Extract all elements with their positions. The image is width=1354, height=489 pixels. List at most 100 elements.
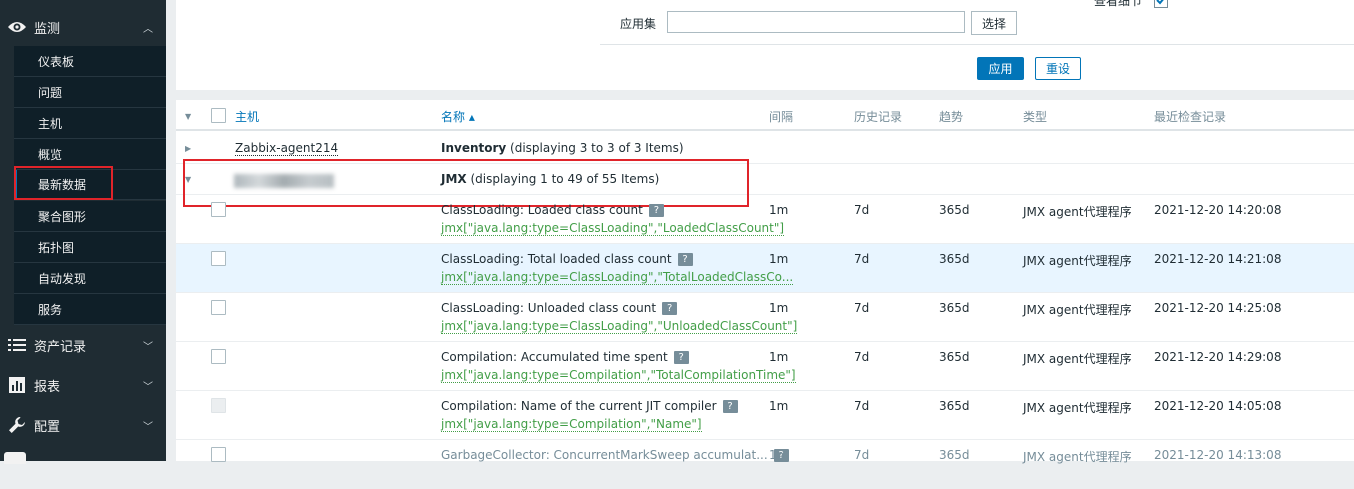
item-trend: 365d (939, 252, 970, 266)
item-history: 7d (854, 301, 870, 315)
item-trend: 365d (939, 350, 970, 364)
row-checkbox[interactable] (211, 349, 226, 364)
item-type: JMX agent代理程序 (1023, 254, 1132, 268)
row-checkbox[interactable] (211, 251, 226, 266)
table-header: ▼ 主机 名称 ▴ 间隔 历史记录 趋势 类型 最近检查记录 (176, 100, 1354, 131)
table-row: ClassLoading: Loaded class count? jmx["j… (176, 195, 1354, 244)
column-type: 类型 (1023, 110, 1048, 124)
item-key[interactable]: jmx["java.lang:type=ClassLoading","Unloa… (441, 319, 798, 334)
highlight-box-latest-data (14, 166, 113, 200)
item-name: GarbageCollector: ConcurrentMarkSweep ac… (441, 448, 789, 462)
menu-monitoring-label: 监测 (34, 21, 61, 37)
main-content: 查看细节 应用集 选择 应用 重设 ▼ 主机 名称 ▴ 间隔 历史记录 趋势 类… (176, 0, 1354, 489)
filter-divider (600, 44, 1354, 45)
menu-reports[interactable]: 报表 ﹀ (0, 365, 166, 405)
item-interval: 1m (769, 301, 789, 315)
item-name: ClassLoading: Loaded class count? (441, 203, 664, 217)
column-trend: 趋势 (939, 110, 964, 124)
chevron-down-icon: ﹀ (143, 381, 153, 393)
item-trend: 365d (939, 448, 970, 462)
row-checkbox[interactable] (211, 398, 226, 413)
item-trend: 365d (939, 399, 970, 413)
item-lastcheck: 2021-12-20 14:25:08 (1154, 301, 1282, 315)
chevron-up-icon: ︿ (143, 23, 153, 35)
help-icon[interactable]: ? (677, 253, 693, 266)
item-type: JMX agent代理程序 (1023, 450, 1132, 464)
wrench-icon (0, 416, 34, 434)
item-interval: 1m (769, 448, 789, 462)
list-icon (0, 338, 34, 352)
reset-button[interactable]: 重设 (1035, 57, 1081, 80)
column-name[interactable]: 名称 ▴ (441, 108, 475, 125)
table-row: Compilation: Name of the current JIT com… (176, 391, 1354, 440)
item-lastcheck: 2021-12-20 14:20:08 (1154, 203, 1282, 217)
item-interval: 1m (769, 350, 789, 364)
item-lastcheck: 2021-12-20 14:13:08 (1154, 448, 1282, 462)
appset-label: 应用集 (620, 17, 657, 31)
appset-input[interactable] (667, 11, 965, 33)
show-details-label: 查看细节 (1094, 0, 1143, 8)
group-host[interactable]: Zabbix-agent214 (235, 141, 339, 156)
sidebar-item-discovery[interactable]: 自动发现 (14, 263, 166, 294)
chart-icon (0, 377, 34, 393)
sidebar-item-dashboard[interactable]: 仪表板 (14, 46, 166, 77)
column-history: 历史记录 (854, 110, 903, 124)
group-title: Inventory (displaying 3 to 3 of 3 Items) (441, 141, 684, 155)
select-all-checkbox[interactable] (211, 108, 226, 123)
latest-data-table: ▼ 主机 名称 ▴ 间隔 历史记录 趋势 类型 最近检查记录 ▶ Zabbix-… (176, 100, 1354, 489)
table-row: GarbageCollector: ConcurrentMarkSweep ac… (176, 440, 1354, 489)
item-interval: 1m (769, 203, 789, 217)
item-trend: 365d (939, 301, 970, 315)
sidebar-item-hosts[interactable]: 主机 (14, 108, 166, 139)
sidebar-item-screens[interactable]: 聚合图形 (14, 201, 166, 232)
menu-inventory-label: 资产记录 (34, 339, 87, 355)
show-details-checkbox[interactable] (1154, 0, 1168, 8)
column-host[interactable]: 主机 (235, 108, 259, 125)
item-history: 7d (854, 203, 870, 217)
item-type: JMX agent代理程序 (1023, 401, 1132, 415)
item-name: ClassLoading: Unloaded class count? (441, 301, 678, 315)
row-checkbox[interactable] (211, 300, 226, 315)
item-name: Compilation: Accumulated time spent? (441, 350, 689, 364)
item-key[interactable]: jmx["java.lang:type=Compilation","Name"] (441, 417, 702, 432)
help-icon[interactable]: ? (722, 400, 738, 413)
admin-icon (4, 452, 26, 464)
item-lastcheck: 2021-12-20 14:21:08 (1154, 252, 1282, 266)
item-type: JMX agent代理程序 (1023, 205, 1132, 219)
table-row: Compilation: Accumulated time spent? jmx… (176, 342, 1354, 391)
item-key[interactable]: jmx["java.lang:type=ClassLoading","Total… (441, 270, 794, 285)
help-icon[interactable]: ? (673, 351, 689, 364)
sidebar: 监测 ︿ 仪表板 问题 主机 概览 最新数据 聚合图形 拓扑图 自动发现 服务 … (0, 0, 166, 464)
menu-monitoring[interactable]: 监测 ︿ (0, 7, 166, 47)
apply-button[interactable]: 应用 (977, 57, 1024, 80)
menu-inventory[interactable]: 资产记录 ﹀ (0, 325, 166, 365)
item-history: 7d (854, 448, 870, 462)
help-icon[interactable]: ? (648, 204, 664, 217)
sidebar-item-services[interactable]: 服务 (14, 294, 166, 325)
select-button[interactable]: 选择 (971, 11, 1017, 35)
item-history: 7d (854, 252, 870, 266)
collapse-all-icon[interactable]: ▼ (185, 112, 191, 121)
help-icon[interactable]: ? (662, 302, 678, 315)
eye-icon (0, 20, 34, 34)
item-history: 7d (854, 399, 870, 413)
column-interval: 间隔 (769, 110, 794, 124)
filter-panel: 查看细节 应用集 选择 应用 重设 (176, 0, 1354, 90)
row-checkbox[interactable] (211, 202, 226, 217)
expand-icon[interactable]: ▶ (185, 144, 191, 153)
item-name: Compilation: Name of the current JIT com… (441, 399, 738, 413)
item-trend: 365d (939, 203, 970, 217)
item-name: ClassLoading: Total loaded class count? (441, 252, 693, 266)
menu-configuration[interactable]: 配置 ﹀ (0, 405, 166, 445)
item-interval: 1m (769, 399, 789, 413)
chevron-down-icon: ﹀ (143, 421, 153, 433)
table-row: ClassLoading: Unloaded class count? jmx[… (176, 293, 1354, 342)
sidebar-item-maps[interactable]: 拓扑图 (14, 232, 166, 263)
table-row: ClassLoading: Total loaded class count? … (176, 244, 1354, 293)
item-lastcheck: 2021-12-20 14:05:08 (1154, 399, 1282, 413)
row-checkbox[interactable] (211, 447, 226, 462)
item-key[interactable]: jmx["java.lang:type=Compilation","TotalC… (441, 368, 796, 383)
menu-configuration-label: 配置 (34, 419, 61, 435)
item-key[interactable]: jmx["java.lang:type=ClassLoading","Loade… (441, 221, 785, 236)
sidebar-item-problems[interactable]: 问题 (14, 77, 166, 108)
